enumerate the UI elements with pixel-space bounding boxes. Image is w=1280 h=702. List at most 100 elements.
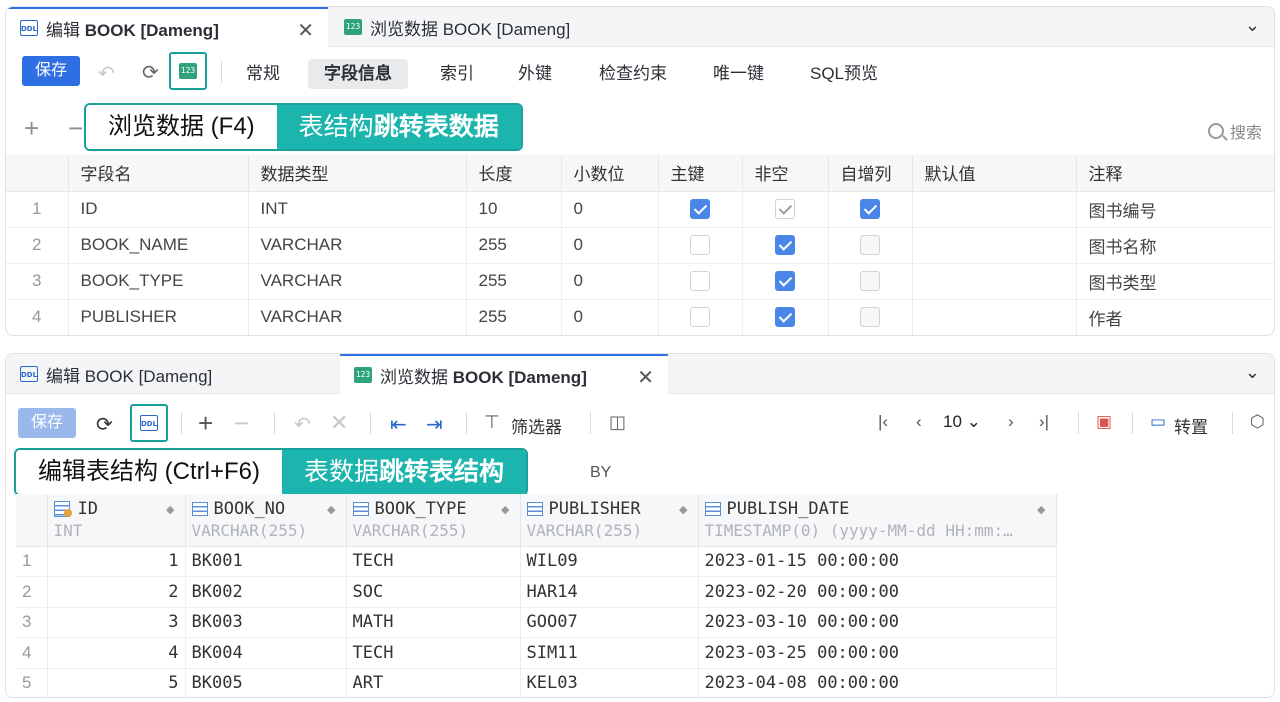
not-null-checkbox[interactable]: [775, 271, 795, 292]
field-type-cell[interactable]: VARCHAR: [248, 227, 467, 264]
not-null-checkbox[interactable]: [775, 307, 795, 328]
id-cell[interactable]: 3: [47, 607, 186, 638]
subtab-indexes[interactable]: 索引: [424, 59, 490, 89]
add-row-icon[interactable]: +: [198, 408, 213, 439]
tab-browse-book[interactable]: 123 浏览数据 BOOK [Dameng] ✕: [340, 354, 668, 394]
tab-browse-book[interactable]: 123 浏览数据 BOOK [Dameng]: [330, 7, 650, 47]
col-header-scale[interactable]: 小数位: [561, 155, 659, 192]
id-cell[interactable]: 5: [47, 668, 186, 697]
book-type-cell[interactable]: TECH: [346, 637, 521, 669]
remove-field-icon[interactable]: −: [68, 113, 83, 144]
publish-date-cell[interactable]: 2023-01-15 00:00:00: [698, 546, 1057, 577]
col-header-default[interactable]: 默认值: [912, 155, 1077, 192]
book-type-cell[interactable]: MATH: [346, 607, 521, 638]
undo-icon[interactable]: ↶: [98, 61, 115, 86]
subtab-check-constraints[interactable]: 检查约束: [583, 59, 683, 89]
pivot-icon[interactable]: ▭: [1150, 412, 1166, 432]
column-settings-icon[interactable]: ◫: [609, 412, 626, 433]
subtab-unique-keys[interactable]: 唯一键: [697, 59, 780, 89]
book-type-cell[interactable]: TECH: [346, 546, 521, 577]
id-cell[interactable]: 2: [47, 576, 186, 608]
book-no-cell[interactable]: BK002: [185, 576, 347, 608]
publish-date-cell[interactable]: 2023-03-25 00:00:00: [698, 637, 1057, 669]
refresh-icon[interactable]: ⟳: [96, 412, 113, 437]
first-page-icon[interactable]: |‹: [878, 412, 888, 432]
primary-key-checkbox[interactable]: [690, 271, 710, 292]
col-header-pk[interactable]: 主键: [658, 155, 743, 192]
search-box[interactable]: 搜索: [1207, 119, 1262, 143]
auto-increment-checkbox[interactable]: [860, 199, 880, 220]
field-comment-cell[interactable]: 图书编号: [1076, 191, 1274, 228]
table-row[interactable]: 3 BOOK_TYPE VARCHAR 255 0 图书类型: [6, 263, 1274, 300]
sort-icon[interactable]: ◆: [327, 503, 335, 516]
pivot-button[interactable]: 转置: [1174, 413, 1208, 438]
id-cell[interactable]: 4: [47, 637, 186, 669]
auto-increment-checkbox[interactable]: [860, 235, 880, 256]
field-scale-cell[interactable]: 0: [561, 299, 659, 335]
field-length-cell[interactable]: 255: [466, 299, 562, 335]
table-row[interactable]: 1 1 BK001 TECH WIL09 2023-01-15 00:00:00: [16, 546, 1057, 577]
col-header-type[interactable]: 数据类型: [248, 155, 467, 192]
not-null-checkbox[interactable]: [775, 235, 795, 256]
chevron-down-icon[interactable]: ⌄: [1245, 362, 1260, 383]
remove-row-icon[interactable]: −: [234, 408, 249, 439]
col-header-comment[interactable]: 注释: [1076, 155, 1274, 192]
auto-increment-checkbox[interactable]: [860, 307, 880, 328]
book-type-cell[interactable]: SOC: [346, 576, 521, 608]
auto-increment-checkbox[interactable]: [860, 271, 880, 292]
field-name-cell[interactable]: BOOK_NAME: [68, 227, 249, 264]
table-row[interactable]: 3 3 BK003 MATH GOO07 2023-03-10 00:00:00: [16, 607, 1057, 638]
import-icon[interactable]: ⇤: [390, 412, 407, 437]
publisher-cell[interactable]: HAR14: [520, 576, 699, 608]
field-type-cell[interactable]: VARCHAR: [248, 299, 467, 335]
undo-icon[interactable]: ↶: [294, 412, 311, 437]
book-no-cell[interactable]: BK003: [185, 607, 347, 638]
sort-icon[interactable]: ◆: [166, 503, 174, 516]
field-default-cell[interactable]: [912, 263, 1077, 300]
field-default-cell[interactable]: [912, 227, 1077, 264]
table-row[interactable]: 1 ID INT 10 0 图书编号: [6, 191, 1274, 228]
book-no-cell[interactable]: BK005: [185, 668, 347, 697]
field-scale-cell[interactable]: 0: [561, 191, 659, 228]
subtab-fields[interactable]: 字段信息: [308, 59, 408, 89]
refresh-icon[interactable]: ⟳: [142, 60, 159, 85]
save-button[interactable]: 保存: [18, 408, 76, 438]
col-header-book-type[interactable]: BOOK_TYPE VARCHAR(255) ◆: [346, 494, 521, 547]
col-header-name[interactable]: 字段名: [68, 155, 249, 192]
export-icon[interactable]: ⇥: [426, 412, 443, 437]
publish-date-cell[interactable]: 2023-04-08 00:00:00: [698, 668, 1057, 697]
last-page-icon[interactable]: ›|: [1039, 412, 1049, 432]
field-default-cell[interactable]: [912, 191, 1077, 228]
sort-icon[interactable]: ◆: [1037, 503, 1045, 516]
publisher-cell[interactable]: WIL09: [520, 546, 699, 577]
publish-date-cell[interactable]: 2023-02-20 00:00:00: [698, 576, 1057, 608]
primary-key-checkbox[interactable]: [690, 235, 710, 256]
field-name-cell[interactable]: ID: [68, 191, 249, 228]
close-tab-icon[interactable]: ✕: [637, 365, 654, 390]
subtab-sql-preview[interactable]: SQL预览: [794, 59, 894, 89]
filter-icon[interactable]: ⊤: [484, 412, 500, 433]
col-header-id[interactable]: ID INT ◆: [47, 494, 186, 547]
not-null-checkbox[interactable]: [775, 199, 795, 220]
tab-edit-book[interactable]: DDL 编辑 BOOK [Dameng]: [6, 354, 338, 394]
field-name-cell[interactable]: BOOK_TYPE: [68, 263, 249, 300]
next-page-icon[interactable]: ›: [1008, 412, 1014, 432]
primary-key-checkbox[interactable]: [690, 307, 710, 328]
col-header-length[interactable]: 长度: [466, 155, 562, 192]
col-header-publish-date[interactable]: PUBLISH_DATE TIMESTAMP(0) (yyyy-MM-dd HH…: [698, 494, 1057, 547]
browse-data-icon[interactable]: 123: [179, 63, 197, 79]
tab-edit-book[interactable]: DDL 编辑 BOOK [Dameng] ✕: [6, 7, 328, 47]
subtab-foreign-keys[interactable]: 外键: [502, 59, 568, 89]
sort-icon[interactable]: ◆: [679, 503, 687, 516]
subtab-general[interactable]: 常规: [230, 59, 296, 89]
settings-icon[interactable]: ⬡: [1250, 412, 1265, 432]
id-cell[interactable]: 1: [47, 546, 186, 577]
publisher-cell[interactable]: SIM11: [520, 637, 699, 669]
field-type-cell[interactable]: VARCHAR: [248, 263, 467, 300]
field-comment-cell[interactable]: 作者: [1076, 299, 1274, 335]
field-scale-cell[interactable]: 0: [561, 263, 659, 300]
field-default-cell[interactable]: [912, 299, 1077, 335]
save-button[interactable]: 保存: [22, 56, 80, 86]
cancel-icon[interactable]: ✕: [330, 410, 348, 436]
book-no-cell[interactable]: BK004: [185, 637, 347, 669]
